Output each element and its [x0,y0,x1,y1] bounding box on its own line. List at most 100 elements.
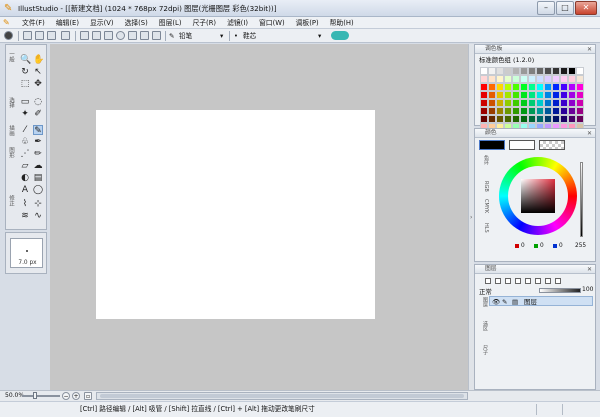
opacity-slider[interactable] [539,288,581,293]
pencil-tool-icon[interactable]: ✎ [33,125,43,136]
color-swatch[interactable] [528,83,536,91]
color-swatch[interactable] [544,115,552,123]
color-swatch[interactable] [520,67,528,75]
color-swatch[interactable] [560,67,568,75]
hue-wheel[interactable] [499,157,577,235]
color-swatch[interactable] [520,83,528,91]
minimize-button[interactable]: – [537,1,555,15]
control-point-icon[interactable]: ⊹ [33,199,43,209]
color-swatch[interactable] [528,67,536,75]
magic-wand-icon[interactable]: ✦ [20,109,30,119]
color-swatch[interactable] [528,99,536,107]
color-swatch[interactable] [488,83,496,91]
menu-item[interactable]: 调板(P) [296,18,319,28]
color-swatch[interactable] [536,107,544,115]
object-tool-icon[interactable]: ↖ [33,67,43,77]
layer-settings-icon[interactable] [555,278,561,284]
eraser-icon[interactable]: ▱ [20,161,30,171]
palette-set-name[interactable]: 标准颜色组 (1.2.0) [479,56,534,65]
tip-dropdown-icon[interactable]: ▾ [318,31,321,41]
color-swatch[interactable] [504,99,512,107]
tip-name[interactable]: 鞋芯 [243,31,256,41]
color-swatch[interactable] [560,99,568,107]
brush-preview[interactable]: 7.0 px [10,238,43,268]
color-swatch[interactable] [528,91,536,99]
line-fix-icon[interactable]: ⌇ [20,199,30,209]
brush-name[interactable]: 铅笔 [179,31,192,41]
maximize-button[interactable]: □ [556,1,574,15]
color-swatch[interactable] [568,67,576,75]
color-swatch[interactable] [544,83,552,91]
color-tab[interactable]: CMYK [480,199,489,213]
color-swatch[interactable] [568,107,576,115]
move-tool-icon[interactable]: ✥ [33,79,43,89]
panel-close-icon[interactable]: ✕ [587,265,592,274]
menu-item[interactable]: 编辑(E) [56,18,79,28]
color-swatch[interactable] [536,99,544,107]
color-swatch[interactable] [568,75,576,83]
color-swatch[interactable] [480,83,488,91]
color-swatch[interactable] [560,115,568,123]
color-swatch[interactable] [536,75,544,83]
gradient-tool-icon[interactable]: ▤ [33,173,43,183]
panel-close-icon[interactable]: ✕ [587,129,592,138]
transform-icon[interactable] [116,31,125,40]
color-swatch[interactable] [512,83,520,91]
color-swatch[interactable] [488,115,496,123]
color-swatch[interactable] [560,83,568,91]
color-swatch[interactable] [488,107,496,115]
zoom-knob[interactable] [33,392,37,399]
open-file-icon[interactable] [35,31,44,40]
menu-item[interactable]: 帮助(H) [330,18,354,28]
collapse-arrow-icon[interactable]: › [470,214,472,221]
drawing-canvas[interactable] [96,110,375,319]
blend-mode-select[interactable]: 正常 [479,287,492,296]
saturation-value-square[interactable] [521,179,555,213]
lasso-select-icon[interactable]: ◌ [33,97,43,107]
close-button[interactable]: ✕ [575,1,597,15]
color-swatch[interactable] [520,75,528,83]
menu-item[interactable]: 滤镜(I) [227,18,248,28]
settings-icon[interactable] [4,31,13,40]
correction-toggle[interactable] [331,31,349,40]
opacity-value[interactable]: 100 [582,286,593,293]
paste-icon[interactable] [104,31,113,40]
color-swatch[interactable] [544,75,552,83]
color-swatch[interactable] [544,91,552,99]
color-swatch[interactable] [576,99,584,107]
color-swatch[interactable] [488,91,496,99]
menu-item[interactable]: 选择(S) [125,18,148,28]
brush-tool-icon[interactable]: ♧ [20,137,30,147]
color-swatch[interactable] [504,83,512,91]
stamp-icon[interactable] [152,31,161,40]
color-swatch[interactable] [544,67,552,75]
color-swatch[interactable] [480,67,488,75]
color-swatch[interactable] [504,107,512,115]
color-swatch[interactable] [480,99,488,107]
print-icon[interactable] [61,31,70,40]
layer-tab[interactable]: 尺子 [479,345,488,355]
color-swatch[interactable] [552,75,560,83]
color-swatch[interactable] [528,75,536,83]
color-swatch[interactable] [560,107,568,115]
undo-icon[interactable] [128,31,137,40]
app-menu-icon[interactable]: ✎ [3,18,11,27]
color-swatch[interactable] [520,91,528,99]
color-tab[interactable]: 色环 [480,155,489,165]
color-swatch[interactable] [480,115,488,123]
fit-view-icon[interactable]: ▫ [84,392,92,400]
rect-select-icon[interactable]: ▭ [20,97,30,107]
brush-dropdown-icon[interactable]: ▾ [220,31,223,41]
airbrush-icon[interactable]: ⋰ [20,149,30,159]
color-swatch[interactable] [496,99,504,107]
color-swatch[interactable] [552,67,560,75]
color-tab[interactable]: HLS [480,223,489,233]
merge-layer-icon[interactable] [515,278,521,284]
color-swatch[interactable] [504,67,512,75]
color-swatch[interactable] [568,91,576,99]
layer-select-icon[interactable]: ⬚ [20,79,30,89]
color-tab[interactable]: RGB [480,181,489,192]
zoom-out-icon[interactable]: − [62,392,70,400]
menu-item[interactable]: 尺子(R) [192,18,216,28]
marker-icon[interactable]: ✏ [33,149,43,159]
